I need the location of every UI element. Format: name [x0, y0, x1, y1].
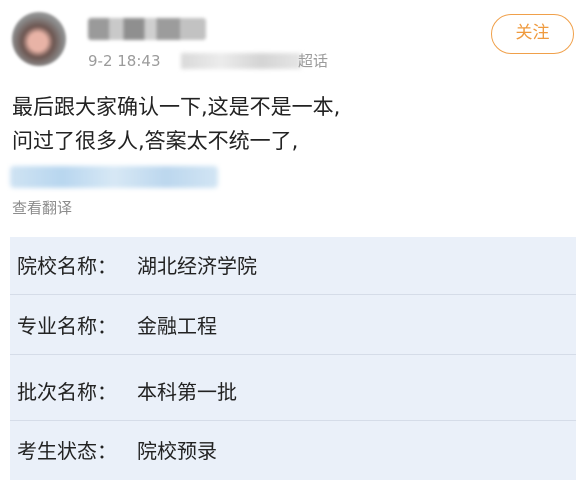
- source-suffix[interactable]: 超话: [298, 51, 328, 71]
- username-blurred[interactable]: [88, 18, 206, 40]
- post-text-line-2: 问过了很多人,答案太不统一了,: [12, 129, 299, 153]
- school-value: 湖北经济学院: [137, 254, 257, 278]
- status-label: 考生状态：: [17, 439, 117, 463]
- link-blurred[interactable]: [10, 166, 218, 188]
- card-row-batch: 批次名称： 本科第一批: [10, 363, 576, 421]
- follow-button[interactable]: 关注: [491, 14, 574, 54]
- status-value: 院校预录: [137, 439, 217, 463]
- batch-value: 本科第一批: [137, 380, 237, 404]
- major-label: 专业名称：: [17, 314, 117, 338]
- post-content: 最后跟大家确认一下,这是不是一本, 问过了很多人,答案太不统一了,: [12, 90, 567, 158]
- admission-card: 院校名称： 湖北经济学院 专业名称： 金融工程 批次名称： 本科第一批 考生状态： 院校…: [10, 237, 576, 480]
- card-row-major: 专业名称： 金融工程: [10, 297, 576, 355]
- school-label: 院校名称：: [17, 254, 117, 278]
- weibo-post: 9-2 18:43 超话 关注 最后跟大家确认一下,这是不是一本, 问过了很多人…: [0, 0, 581, 480]
- card-row-school: 院校名称： 湖北经济学院: [10, 237, 576, 295]
- post-text-line-1: 最后跟大家确认一下,这是不是一本,: [12, 95, 341, 119]
- post-time: 9-2 18:43: [88, 52, 161, 70]
- avatar[interactable]: [12, 12, 66, 66]
- card-row-status: 考生状态： 院校预录: [10, 422, 576, 480]
- translate-link[interactable]: 查看翻译: [12, 198, 72, 218]
- major-value: 金融工程: [137, 314, 217, 338]
- source-blurred[interactable]: [181, 53, 301, 69]
- batch-label: 批次名称：: [17, 380, 117, 404]
